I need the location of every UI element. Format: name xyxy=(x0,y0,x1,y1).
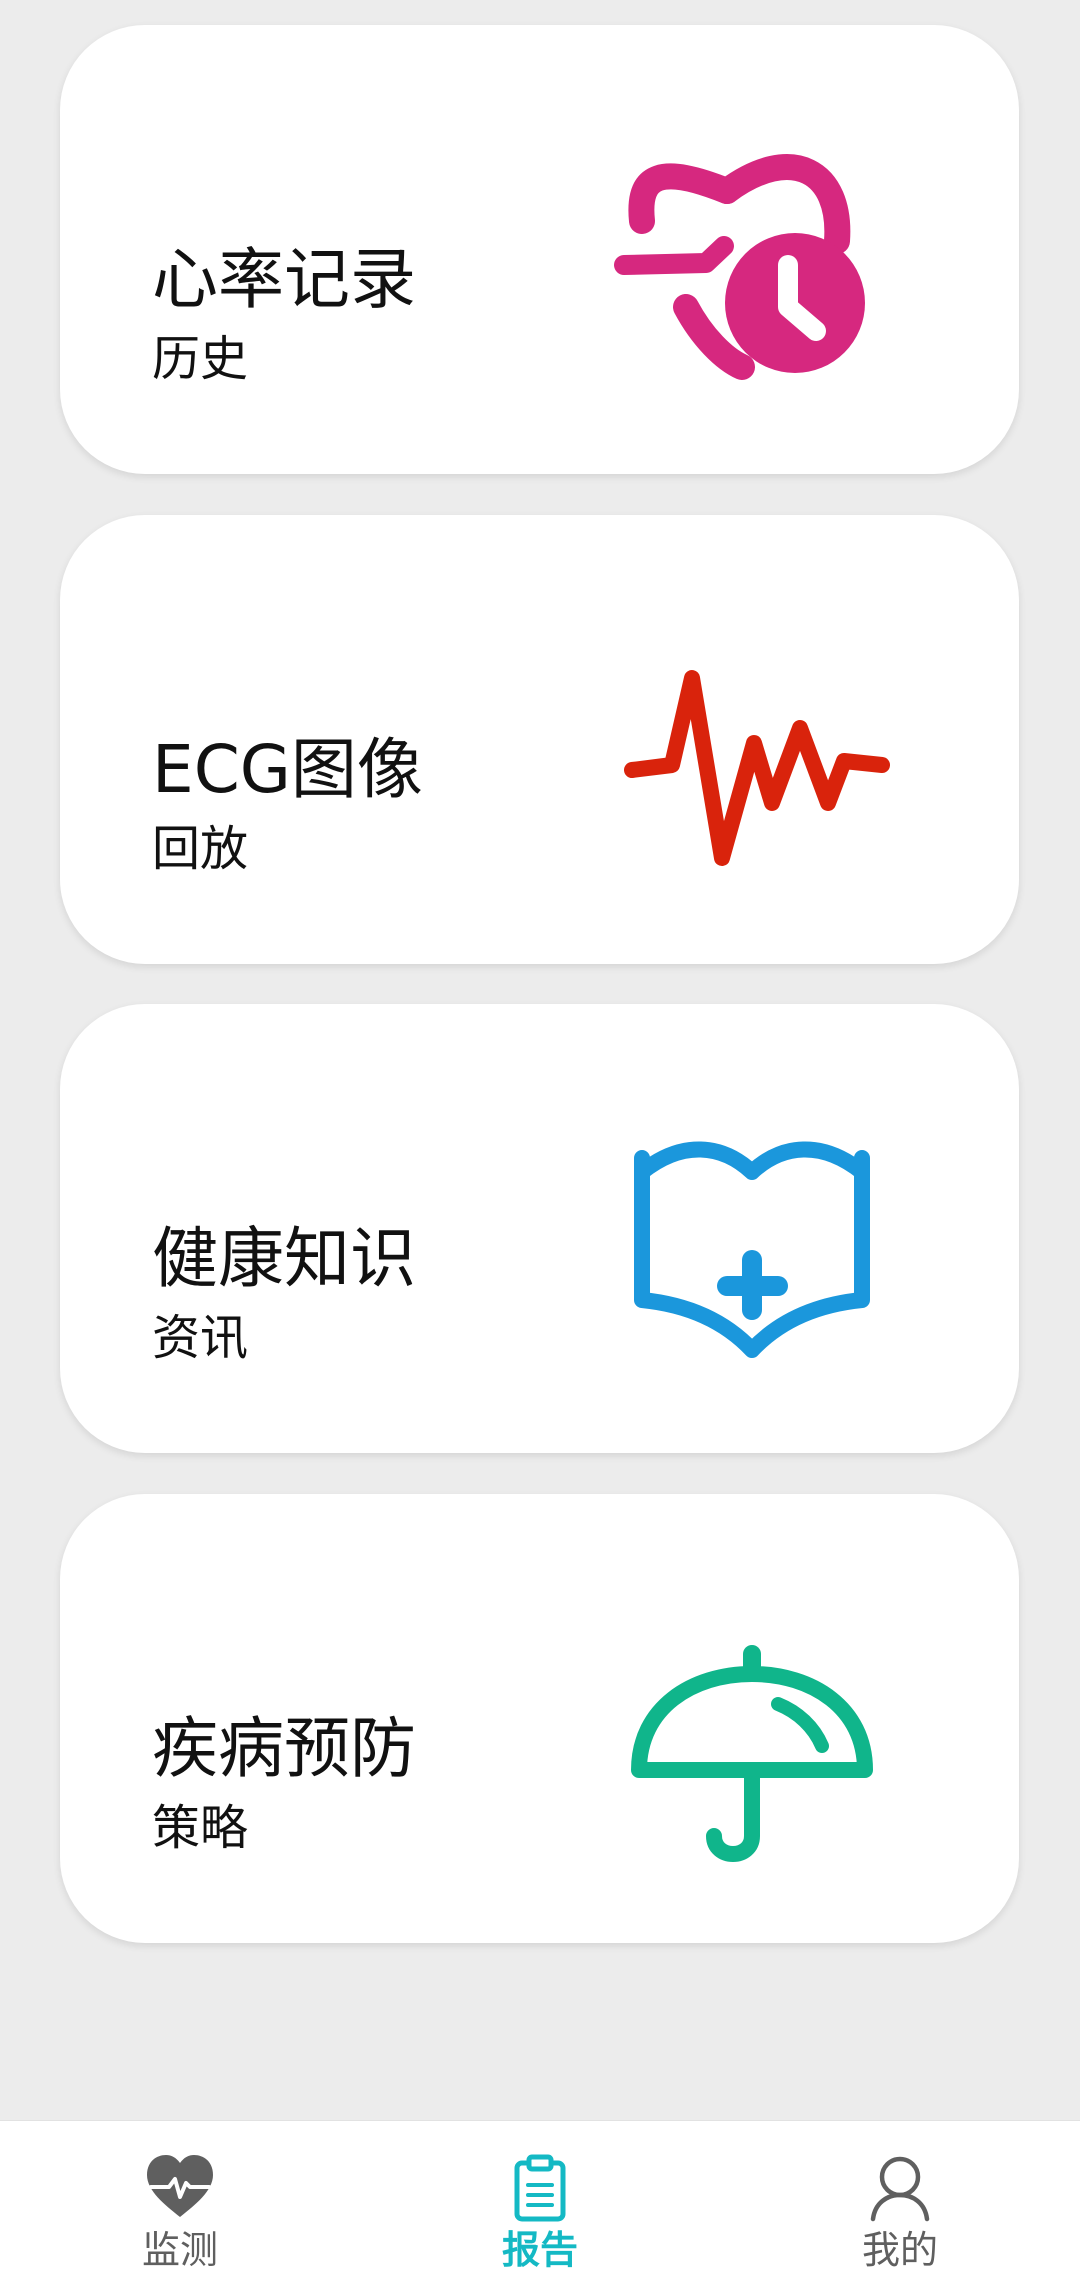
tab-label: 我的 xyxy=(861,2228,938,2272)
card-subtitle: 策略 xyxy=(152,1800,249,1856)
heart-pulse-icon xyxy=(145,2153,215,2223)
card-ecg-playback[interactable]: ECG图像 回放 xyxy=(60,515,1019,964)
card-disease-prevention[interactable]: 疾病预防 策略 xyxy=(60,1494,1019,1943)
medical-book-icon xyxy=(602,1082,902,1382)
card-subtitle: 回放 xyxy=(152,821,249,877)
clipboard-icon xyxy=(505,2153,575,2223)
umbrella-icon xyxy=(602,1572,902,1872)
card-subtitle: 资讯 xyxy=(152,1310,249,1366)
card-heart-rate-history[interactable]: 心率记录 历史 xyxy=(60,25,1019,474)
bottom-tab-bar: 监测 报告 我的 xyxy=(0,2120,1080,2288)
tab-label: 监测 xyxy=(141,2228,218,2272)
tab-report[interactable]: 报告 xyxy=(360,2121,720,2288)
tab-mine[interactable]: 我的 xyxy=(720,2121,1080,2288)
card-title: 心率记录 xyxy=(152,241,416,318)
card-title: 健康知识 xyxy=(152,1220,416,1297)
tab-monitor[interactable]: 监测 xyxy=(0,2121,360,2288)
card-title: ECG图像 xyxy=(152,731,423,808)
card-title: 疾病预防 xyxy=(152,1710,416,1787)
card-health-knowledge[interactable]: 健康知识 资讯 xyxy=(60,1004,1019,1453)
person-icon xyxy=(865,2153,935,2223)
tab-label: 报告 xyxy=(501,2228,578,2272)
heart-clock-icon xyxy=(602,103,902,403)
ecg-waveform-icon xyxy=(602,593,902,893)
card-subtitle: 历史 xyxy=(152,331,249,387)
